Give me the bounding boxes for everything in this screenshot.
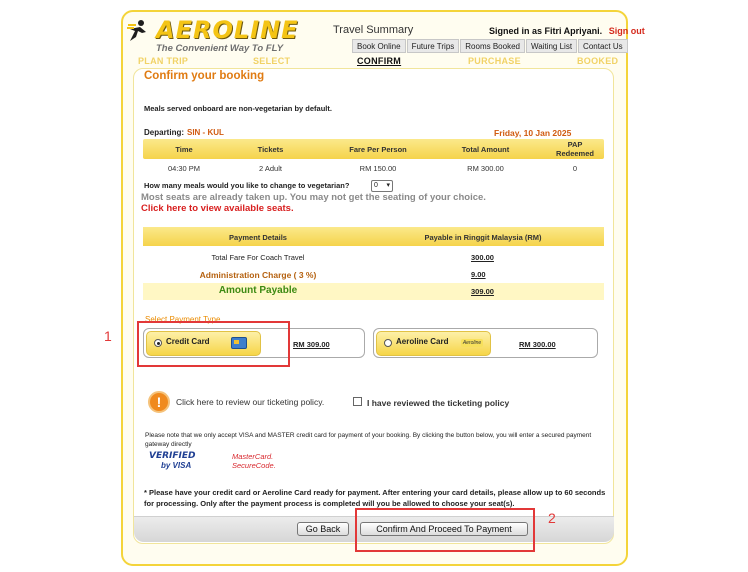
admin-charge-value: 9.00 <box>471 270 486 279</box>
cell-total: RM 300.00 <box>467 164 504 173</box>
nav-rooms-booked[interactable]: Rooms Booked <box>460 39 525 53</box>
step-select: SELECT <box>253 56 291 66</box>
card-acceptance-note: Please note that we only accept VISA and… <box>145 432 592 448</box>
nav-future-trips[interactable]: Future Trips <box>406 39 460 53</box>
col-time: Time <box>175 145 193 154</box>
nav-book-online[interactable]: Book Online <box>352 39 406 53</box>
payment-table-header: Payment Details Payable in Ringgit Malay… <box>143 227 604 246</box>
annotation-label-2: 2 <box>548 510 556 526</box>
booking-steps: PLAN TRIP SELECT CONFIRM PURCHASE BOOKED <box>134 56 618 69</box>
annotation-box-1 <box>137 321 290 367</box>
brand-name: AEROLINE <box>156 16 299 44</box>
page-title: Confirm your booking <box>144 70 265 82</box>
mastercard-logo-top: MasterCard. <box>232 452 274 461</box>
aeroline-card-option[interactable]: Aeroline Card Aeroline RM 300.00 <box>373 328 598 358</box>
col-tickets: Tickets <box>257 145 284 154</box>
aeroline-card-label: Aeroline Card <box>396 337 449 346</box>
travel-summary-link[interactable]: Travel Summary <box>333 24 413 36</box>
veg-meal-select[interactable]: 0 ▾ <box>371 180 393 192</box>
view-seats-link[interactable]: Click here to view available seats. <box>141 203 294 214</box>
table-row: Total Fare For Coach Travel 300.00 <box>143 249 604 266</box>
aeroline-card-icon: Aeroline <box>461 339 483 347</box>
col-pap: PAP Redeemed <box>556 140 594 158</box>
table-row: Administration Charge ( 3 %) 9.00 <box>143 266 604 283</box>
col-fare: Fare Per Person <box>349 145 407 154</box>
nav-contact-us[interactable]: Contact Us <box>578 39 628 53</box>
meal-question: How many meals would you like to change … <box>144 181 350 190</box>
mastercard-securecode-logo: MasterCard. SecureCode. <box>232 452 276 470</box>
ticketing-policy-link[interactable]: Click here to review our ticketing polic… <box>176 397 324 407</box>
signed-in-user: Signed in as Fitri Apriyani. <box>489 26 603 36</box>
brand-tagline: The Convenient Way To FLY <box>156 43 284 54</box>
step-booked: BOOKED <box>577 56 619 66</box>
amount-payable-row: Amount Payable 309.00 <box>143 283 604 300</box>
payment-table: Payment Details Payable in Ringgit Malay… <box>143 227 604 300</box>
meal-note: Meals served onboard are non-vegetarian … <box>144 104 332 113</box>
sign-out-link[interactable]: Sign out <box>609 26 645 36</box>
cell-pap: 0 <box>572 164 578 173</box>
seat-warning: Most seats are already taken up. You may… <box>141 192 486 203</box>
visa-logo-bottom: by VISA <box>161 461 192 470</box>
policy-reviewed-label[interactable]: I have reviewed the ticketing policy <box>367 398 509 408</box>
route: SIN - KUL <box>187 128 224 137</box>
departing-label: Departing: <box>144 128 184 137</box>
col-payment-details: Payment Details <box>229 233 287 242</box>
cell-tickets: 2 Adult <box>259 164 282 173</box>
admin-charge-label: Administration Charge ( 3 %) <box>199 270 317 280</box>
step-purchase: PURCHASE <box>468 56 521 66</box>
trip-table: Time Tickets Fare Per Person Total Amoun… <box>143 139 604 177</box>
warning-icon: ! <box>148 391 170 413</box>
signed-in-text: Signed in as Fitri Apriyani. Sign out <box>489 26 645 36</box>
amount-payable-value: 309.00 <box>471 287 494 296</box>
veg-meal-value: 0 <box>374 182 378 189</box>
aeroline-card-panel[interactable]: Aeroline Card Aeroline <box>376 331 491 356</box>
travel-date: Friday, 10 Jan 2025 <box>494 128 572 138</box>
top-nav: Book Online Future Trips Rooms Booked Wa… <box>352 39 628 53</box>
go-back-button[interactable]: Go Back <box>297 522 349 536</box>
verified-by-visa-logo: VERIFIED by VISA <box>149 451 201 473</box>
aeroline-card-amount: RM 300.00 <box>519 340 556 349</box>
amount-payable-label: Amount Payable <box>218 285 298 296</box>
step-confirm: CONFIRM <box>357 56 402 66</box>
policy-reviewed-checkbox[interactable] <box>353 397 362 406</box>
col-payable: Payable in Ringgit Malaysia (RM) <box>424 233 542 242</box>
aeroline-card-radio[interactable] <box>384 339 392 347</box>
payment-instruction-note: * Please have your credit card or Aeroli… <box>144 488 606 508</box>
table-row: 04:30 PM 2 Adult RM 150.00 RM 300.00 0 <box>143 159 604 177</box>
visa-logo-top: VERIFIED <box>149 451 196 461</box>
mastercard-logo-bottom: SecureCode. <box>232 461 276 470</box>
nav-waiting-list[interactable]: Waiting List <box>525 39 578 53</box>
runner-icon <box>127 20 146 41</box>
credit-card-amount: RM 309.00 <box>293 340 330 349</box>
total-fare-label: Total Fare For Coach Travel <box>211 253 305 262</box>
cell-time: 04:30 PM <box>167 164 201 173</box>
annotation-label-1: 1 <box>104 328 112 344</box>
col-total: Total Amount <box>461 145 510 154</box>
total-fare-value: 300.00 <box>471 253 494 262</box>
page: AEROLINE The Convenient Way To FLY Trave… <box>0 0 748 572</box>
chevron-down-icon: ▾ <box>386 182 390 189</box>
trip-table-header: Time Tickets Fare Per Person Total Amoun… <box>143 139 604 159</box>
annotation-box-2 <box>355 508 535 552</box>
departing-info: Departing: SIN - KUL <box>144 128 224 137</box>
aeroline-logo[interactable]: AEROLINE The Convenient Way To FLY <box>126 14 326 56</box>
step-plan-trip: PLAN TRIP <box>138 56 189 66</box>
cell-fare: RM 150.00 <box>359 164 397 173</box>
